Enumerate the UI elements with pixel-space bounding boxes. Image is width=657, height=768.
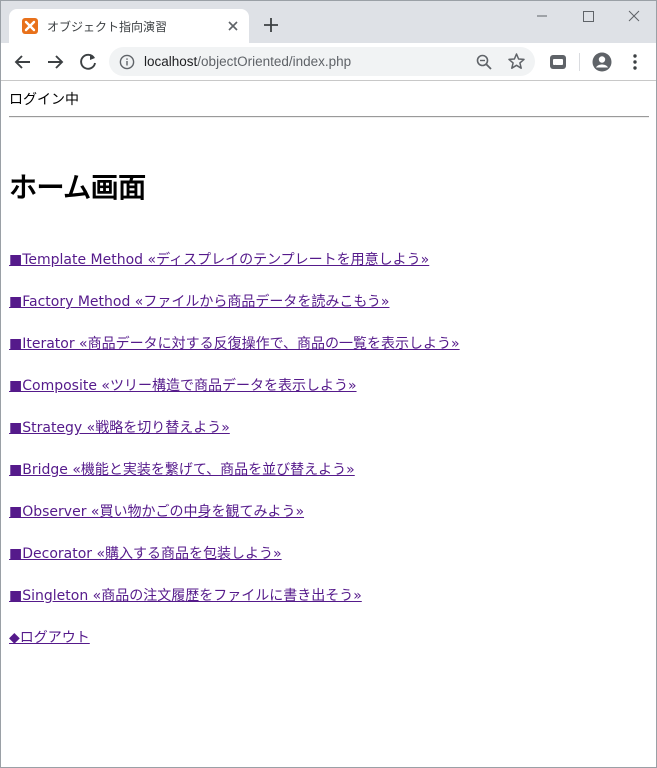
url-path: /objectOriented/index.php (197, 54, 352, 69)
link-template-method[interactable]: ■Template Method «ディスプレイのテンプレートを用意しよう» (9, 249, 429, 269)
window-close-icon[interactable] (611, 1, 656, 31)
page-title: ホーム画面 (9, 171, 146, 204)
link-strategy[interactable]: ■Strategy «戦略を切り替えよう» (9, 417, 230, 437)
link-observer[interactable]: ■Observer «買い物かごの中身を観てみよう» (9, 501, 304, 521)
minimize-icon[interactable] (519, 1, 565, 31)
url-text[interactable]: localhost/objectOriented/index.php (144, 54, 351, 69)
link-factory-method[interactable]: ■Factory Method «ファイルから商品データを読みこもう» (9, 291, 389, 311)
login-status: ログイン中 (9, 92, 79, 108)
reload-icon[interactable] (77, 51, 99, 73)
tab-strip: オブジェクト指向演習 (1, 1, 656, 43)
close-icon[interactable] (225, 18, 241, 34)
link-bridge[interactable]: ■Bridge «機能と実装を繋げて、商品を並び替えよう» (9, 459, 355, 479)
page-content: ログイン中 ホーム画面 ■Template Method «ディスプレイのテンプ… (1, 81, 656, 767)
link-iterator[interactable]: ■Iterator «商品データに対する反復操作で、商品の一覧を表示しよう» (9, 333, 460, 353)
active-tab[interactable]: オブジェクト指向演習 (9, 9, 249, 43)
profile-icon[interactable] (591, 51, 613, 73)
maximize-icon[interactable] (565, 1, 611, 31)
back-arrow-icon[interactable] (12, 51, 34, 73)
logout-link[interactable]: ◆ログアウト (9, 627, 90, 647)
forward-arrow-icon[interactable] (44, 51, 66, 73)
link-decorator[interactable]: ■Decorator «購入する商品を包装しよう» (9, 543, 282, 563)
extension-icon[interactable] (547, 51, 569, 73)
xampp-favicon-icon (22, 18, 38, 34)
info-icon[interactable] (119, 54, 135, 70)
plus-icon[interactable] (259, 13, 283, 37)
toolbar-separator (579, 53, 580, 71)
tab-title: オブジェクト指向演習 (47, 20, 168, 34)
kebab-menu-icon[interactable] (624, 51, 646, 73)
horizontal-rule (9, 116, 649, 118)
link-composite[interactable]: ■Composite «ツリー構造で商品データを表示しよう» (9, 375, 357, 395)
browser-toolbar: localhost/objectOriented/index.php (1, 43, 656, 81)
browser-window: オブジェクト指向演習 localhost/objectOriented/inde… (0, 0, 657, 768)
star-icon[interactable] (507, 52, 526, 71)
url-host: localhost (144, 54, 198, 69)
address-bar[interactable]: localhost/objectOriented/index.php (109, 47, 535, 76)
link-singleton[interactable]: ■Singleton «商品の注文履歴をファイルに書き出そう» (9, 585, 362, 605)
zoom-out-icon[interactable] (475, 53, 493, 71)
